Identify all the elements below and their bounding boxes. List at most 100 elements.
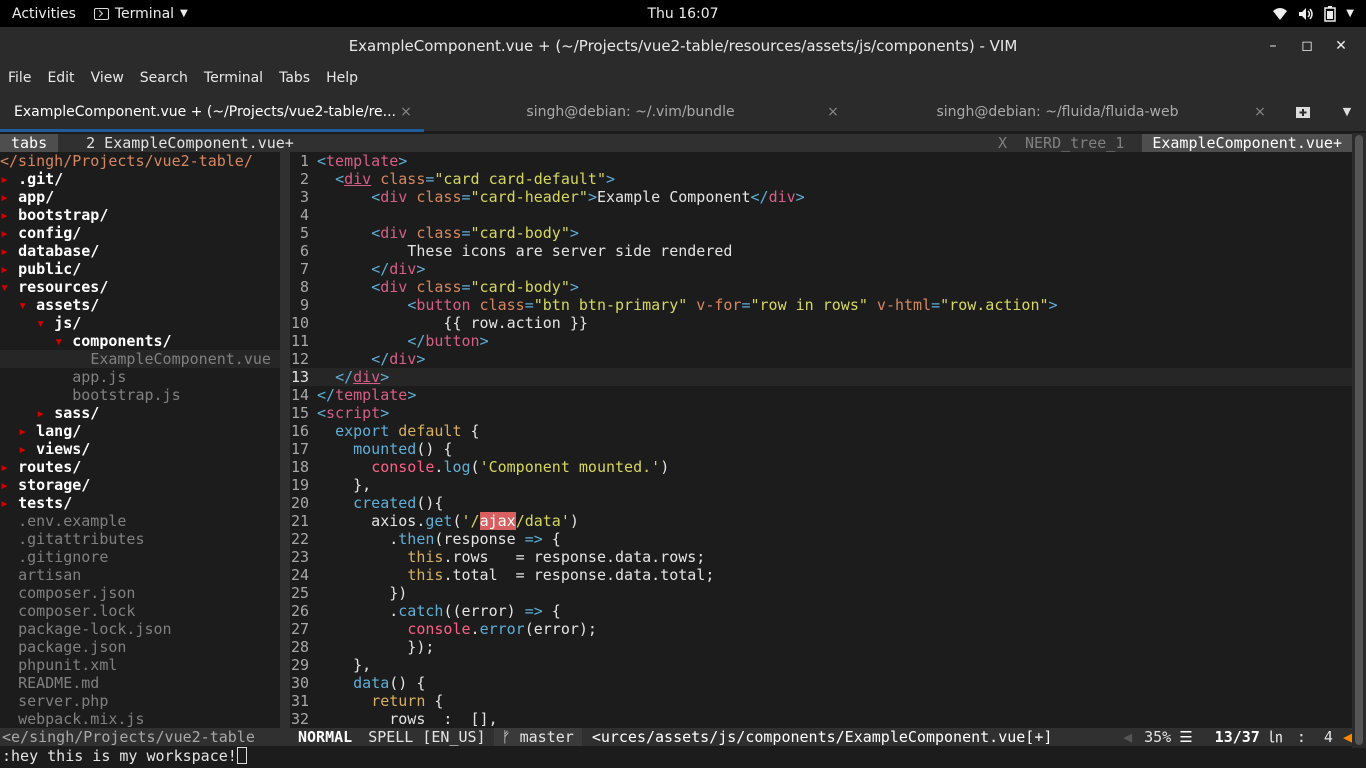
tab-close-icon[interactable]: × <box>823 104 843 120</box>
window-title-bar[interactable]: ExampleComponent.vue + (~/Projects/vue2-… <box>0 27 1366 64</box>
tab-list-button[interactable]: ▼ <box>1328 92 1366 131</box>
nerdtree-dir[interactable]: ▸ sass/ <box>0 404 280 422</box>
code-line[interactable]: 26 .catch((error) => { <box>290 602 1352 620</box>
activities-button[interactable]: Activities <box>0 6 88 22</box>
nerdtree-file[interactable]: README.md <box>0 674 280 692</box>
nerdtree-panel[interactable]: </singh/Projects/vue2-table/▸ .git/▸ app… <box>0 152 280 728</box>
code-line[interactable]: 31 return { <box>290 692 1352 710</box>
nerdtree-dir[interactable]: ▸ views/ <box>0 440 280 458</box>
code-line[interactable]: 28 }); <box>290 638 1352 656</box>
vertical-scrollbar[interactable] <box>1352 133 1366 748</box>
collapsed-arrow-icon[interactable]: ▸ <box>0 170 18 188</box>
nerdtree-dir[interactable]: ▾ assets/ <box>0 296 280 314</box>
nerdtree-file[interactable]: package-lock.json <box>0 620 280 638</box>
collapsed-arrow-icon[interactable]: ▸ <box>0 458 18 476</box>
code-line[interactable]: 22 .then(response => { <box>290 530 1352 548</box>
nerdtree-dir[interactable]: ▸ database/ <box>0 242 280 260</box>
menu-view[interactable]: View <box>91 70 124 86</box>
code-line[interactable]: 27 console.error(error); <box>290 620 1352 638</box>
menu-terminal[interactable]: Terminal <box>204 70 263 86</box>
code-line[interactable]: 11 </button> <box>290 332 1352 350</box>
nerdtree-file[interactable]: .gitattributes <box>0 530 280 548</box>
code-line[interactable]: 30 data() { <box>290 674 1352 692</box>
minimize-button[interactable]: – <box>1256 38 1290 54</box>
collapsed-arrow-icon[interactable]: ▸ <box>0 260 18 278</box>
code-line[interactable]: 17 mounted() { <box>290 440 1352 458</box>
collapsed-arrow-icon[interactable]: ▸ <box>18 422 36 440</box>
collapsed-arrow-icon[interactable]: ▸ <box>36 404 54 422</box>
nerdtree-file[interactable]: composer.json <box>0 584 280 602</box>
vim-buffer-nerdtree[interactable]: NERD_tree_1 <box>1017 134 1142 152</box>
code-line[interactable]: 3 <div class="card-header">Example Compo… <box>290 188 1352 206</box>
expanded-arrow-icon[interactable]: ▾ <box>18 296 36 314</box>
code-line[interactable]: 15 <script> <box>290 404 1352 422</box>
menu-search[interactable]: Search <box>140 70 188 86</box>
code-line[interactable]: 14 </template> <box>290 386 1352 404</box>
collapsed-arrow-icon[interactable]: ▸ <box>0 188 18 206</box>
code-line[interactable]: 5 <div class="card-body"> <box>290 224 1352 242</box>
nerdtree-dir[interactable]: ▸ routes/ <box>0 458 280 476</box>
vim-buffer-current[interactable]: ExampleComponent.vue+ <box>1142 134 1352 152</box>
nerdtree-file[interactable]: webpack.mix.js <box>0 710 280 728</box>
code-line[interactable]: 8 <div class="card-body"> <box>290 278 1352 296</box>
code-line[interactable]: 21 axios.get('/ajax/data') <box>290 512 1352 530</box>
nerdtree-file[interactable]: phpunit.xml <box>0 656 280 674</box>
terminal-tab-1[interactable]: ExampleComponent.vue + (~/Projects/vue2-… <box>0 92 424 132</box>
nerdtree-dir[interactable]: ▸ bootstrap/ <box>0 206 280 224</box>
nerdtree-file[interactable]: .gitignore <box>0 548 280 566</box>
scrollbar-thumb[interactable] <box>1355 135 1363 745</box>
nerdtree-dir[interactable]: ▸ tests/ <box>0 494 280 512</box>
code-line[interactable]: 13 </div> <box>290 368 1352 386</box>
clock[interactable]: Thu 16:07 <box>0 6 1366 22</box>
collapsed-arrow-icon[interactable]: ▸ <box>0 494 18 512</box>
code-line[interactable]: 1 <template> <box>290 152 1352 170</box>
nerdtree-dir[interactable]: ▸ lang/ <box>0 422 280 440</box>
nerdtree-dir[interactable]: ▾ resources/ <box>0 278 280 296</box>
window-split-divider[interactable] <box>280 152 290 728</box>
collapsed-arrow-icon[interactable]: ▸ <box>18 440 36 458</box>
system-tray[interactable]: ▼ <box>1272 0 1354 27</box>
vim-close-tab[interactable]: X <box>988 134 1017 152</box>
nerdtree-dir[interactable]: ▸ storage/ <box>0 476 280 494</box>
menu-edit[interactable]: Edit <box>47 70 74 86</box>
code-line[interactable]: 9 <button class="btn btn-primary" v-for=… <box>290 296 1352 314</box>
collapsed-arrow-icon[interactable]: ▸ <box>0 224 18 242</box>
menu-help[interactable]: Help <box>326 70 358 86</box>
code-line[interactable]: 10 {{ row.action }} <box>290 314 1352 332</box>
nerdtree-root[interactable]: </singh/Projects/vue2-table/ <box>0 152 280 170</box>
terminal-tab-3[interactable]: singh@debian: ~/fluida/fluida-web × <box>851 92 1278 132</box>
code-line[interactable]: 2 <div class="card card-default"> <box>290 170 1352 188</box>
nerdtree-file[interactable]: composer.lock <box>0 602 280 620</box>
code-line[interactable]: 12 </div> <box>290 350 1352 368</box>
code-line[interactable]: 7 </div> <box>290 260 1352 278</box>
code-line[interactable]: 24 this.total = response.data.total; <box>290 566 1352 584</box>
code-line[interactable]: 18 console.log('Component mounted.') <box>290 458 1352 476</box>
nerdtree-dir[interactable]: ▸ config/ <box>0 224 280 242</box>
nerdtree-dir[interactable]: ▸ app/ <box>0 188 280 206</box>
nerdtree-dir[interactable]: ▾ js/ <box>0 314 280 332</box>
maximize-button[interactable]: ◻ <box>1290 38 1324 54</box>
code-line[interactable]: 29 }, <box>290 656 1352 674</box>
expanded-arrow-icon[interactable]: ▾ <box>0 278 18 296</box>
nerdtree-file[interactable]: bootstrap.js <box>0 386 280 404</box>
nerdtree-file[interactable]: package.json <box>0 638 280 656</box>
code-line[interactable]: 4 <box>290 206 1352 224</box>
terminal-tab-2[interactable]: singh@debian: ~/.vim/bundle × <box>424 92 851 132</box>
code-line[interactable]: 16 export default { <box>290 422 1352 440</box>
code-line[interactable]: 23 this.rows = response.data.rows; <box>290 548 1352 566</box>
vim-buffer-tab[interactable]: 2 ExampleComponent.vue+ <box>58 134 294 152</box>
nerdtree-file[interactable]: app.js <box>0 368 280 386</box>
close-button[interactable]: ✕ <box>1324 38 1358 54</box>
tab-close-icon[interactable]: × <box>396 104 416 120</box>
code-line[interactable]: 20 created(){ <box>290 494 1352 512</box>
tab-close-icon[interactable]: × <box>1250 104 1270 120</box>
expanded-arrow-icon[interactable]: ▾ <box>36 314 54 332</box>
nerdtree-dir[interactable]: ▸ .git/ <box>0 170 280 188</box>
code-line[interactable]: 25 }) <box>290 584 1352 602</box>
vim-editor[interactable]: tabs 2 ExampleComponent.vue+ X NERD_tree… <box>0 133 1366 768</box>
nerdtree-file[interactable]: artisan <box>0 566 280 584</box>
nerdtree-dir[interactable]: ▸ public/ <box>0 260 280 278</box>
code-line[interactable]: 6 These icons are server side rendered <box>290 242 1352 260</box>
nerdtree-file[interactable]: server.php <box>0 692 280 710</box>
expanded-arrow-icon[interactable]: ▾ <box>54 332 72 350</box>
